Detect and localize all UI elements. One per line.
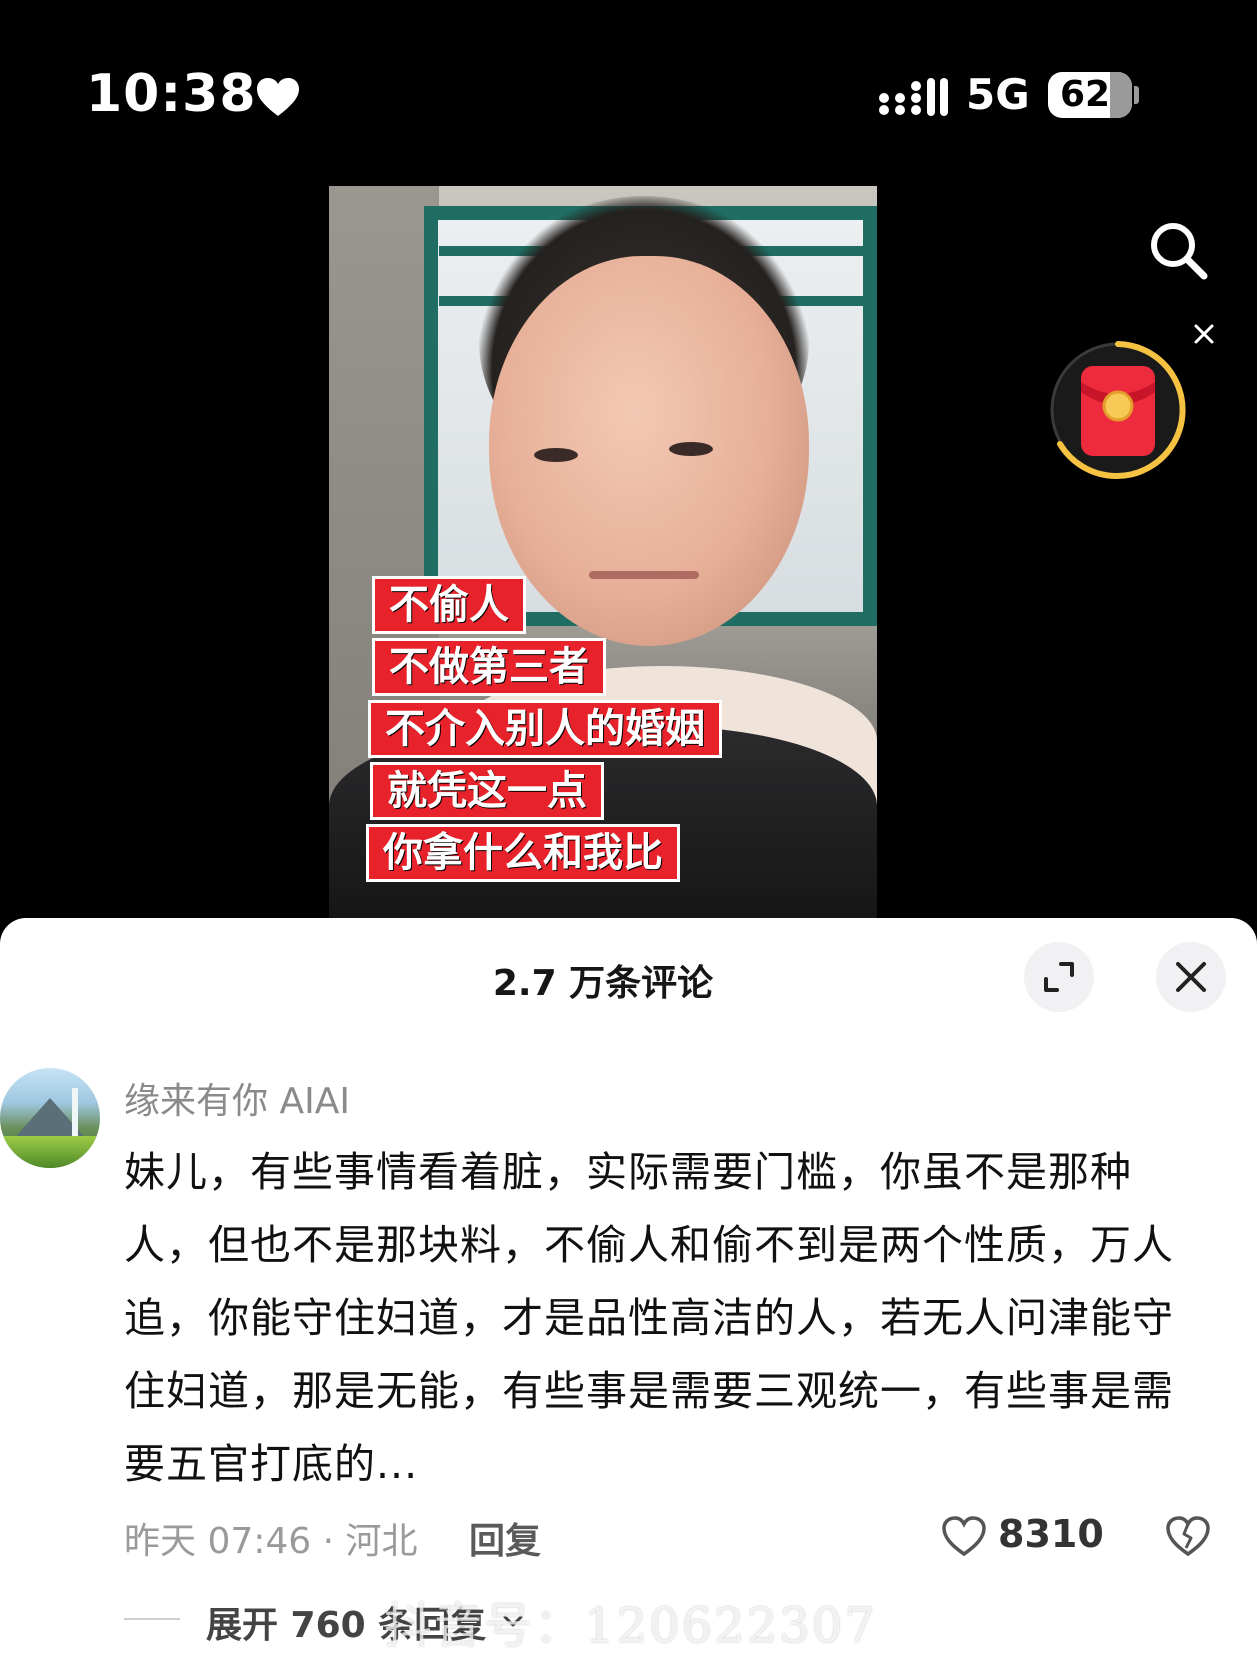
video-person-eye-right [669, 442, 713, 456]
network-type: 5G [966, 70, 1030, 119]
caption-line: 不偷人 [372, 576, 526, 634]
avatar[interactable] [0, 1068, 100, 1168]
close-icon[interactable] [1192, 322, 1216, 346]
caption-line: 不做第三者 [372, 638, 606, 696]
battery-empty [1110, 72, 1132, 118]
like-count: 8310 [998, 1512, 1104, 1556]
watermark: 抖音号：120622307 [384, 1598, 877, 1654]
reply-button[interactable]: 回复 [469, 1512, 541, 1564]
comments-panel: 2.7 万条评论 缘来有你 AIAI 妹儿，有些事情看着脏，实际需要门槛，你虽不… [0, 918, 1257, 1676]
screen: 10:38 5G 62 不偷人 不做第三者 不介入别人的婚姻 就凭这一点 你拿什… [0, 0, 1257, 1676]
caption-line: 就凭这一点 [370, 762, 604, 820]
divider [124, 1618, 180, 1620]
comment-meta: 昨天 07:46 · 河北 回复 8310 [124, 1506, 1224, 1562]
battery-tip [1134, 86, 1139, 104]
caption-line: 你拿什么和我比 [366, 824, 680, 882]
video-person-mouth [589, 571, 699, 579]
comment-time-location: 昨天 07:46 · 河北 [124, 1521, 418, 1562]
comment-text: 妹儿，有些事情看着脏，实际需要门槛，你虽不是那种人，但也不是那块料，不偷人和偷不… [124, 1148, 1174, 1488]
caption-line: 不介入别人的婚姻 [368, 700, 722, 758]
signal-icon [879, 78, 948, 116]
avatar-grass [0, 1136, 100, 1168]
close-comments-button[interactable] [1156, 942, 1226, 1012]
close-icon [1176, 962, 1206, 992]
heart-icon [257, 78, 299, 116]
comment-username[interactable]: 缘来有你 AIAI [124, 1072, 350, 1124]
red-packet-icon[interactable] [1048, 336, 1194, 482]
search-icon[interactable] [1146, 218, 1210, 282]
expand-icon [1044, 962, 1074, 992]
video-person-eye-left [534, 448, 578, 462]
heart-icon [942, 1516, 986, 1557]
battery-indicator: 62 [1048, 72, 1132, 118]
expand-button[interactable] [1024, 942, 1094, 1012]
status-bar: 10:38 5G 62 [0, 60, 1257, 130]
battery-level: 62 [1060, 74, 1111, 115]
broken-heart-icon[interactable] [1164, 1514, 1212, 1558]
status-time: 10:38 [86, 64, 257, 124]
